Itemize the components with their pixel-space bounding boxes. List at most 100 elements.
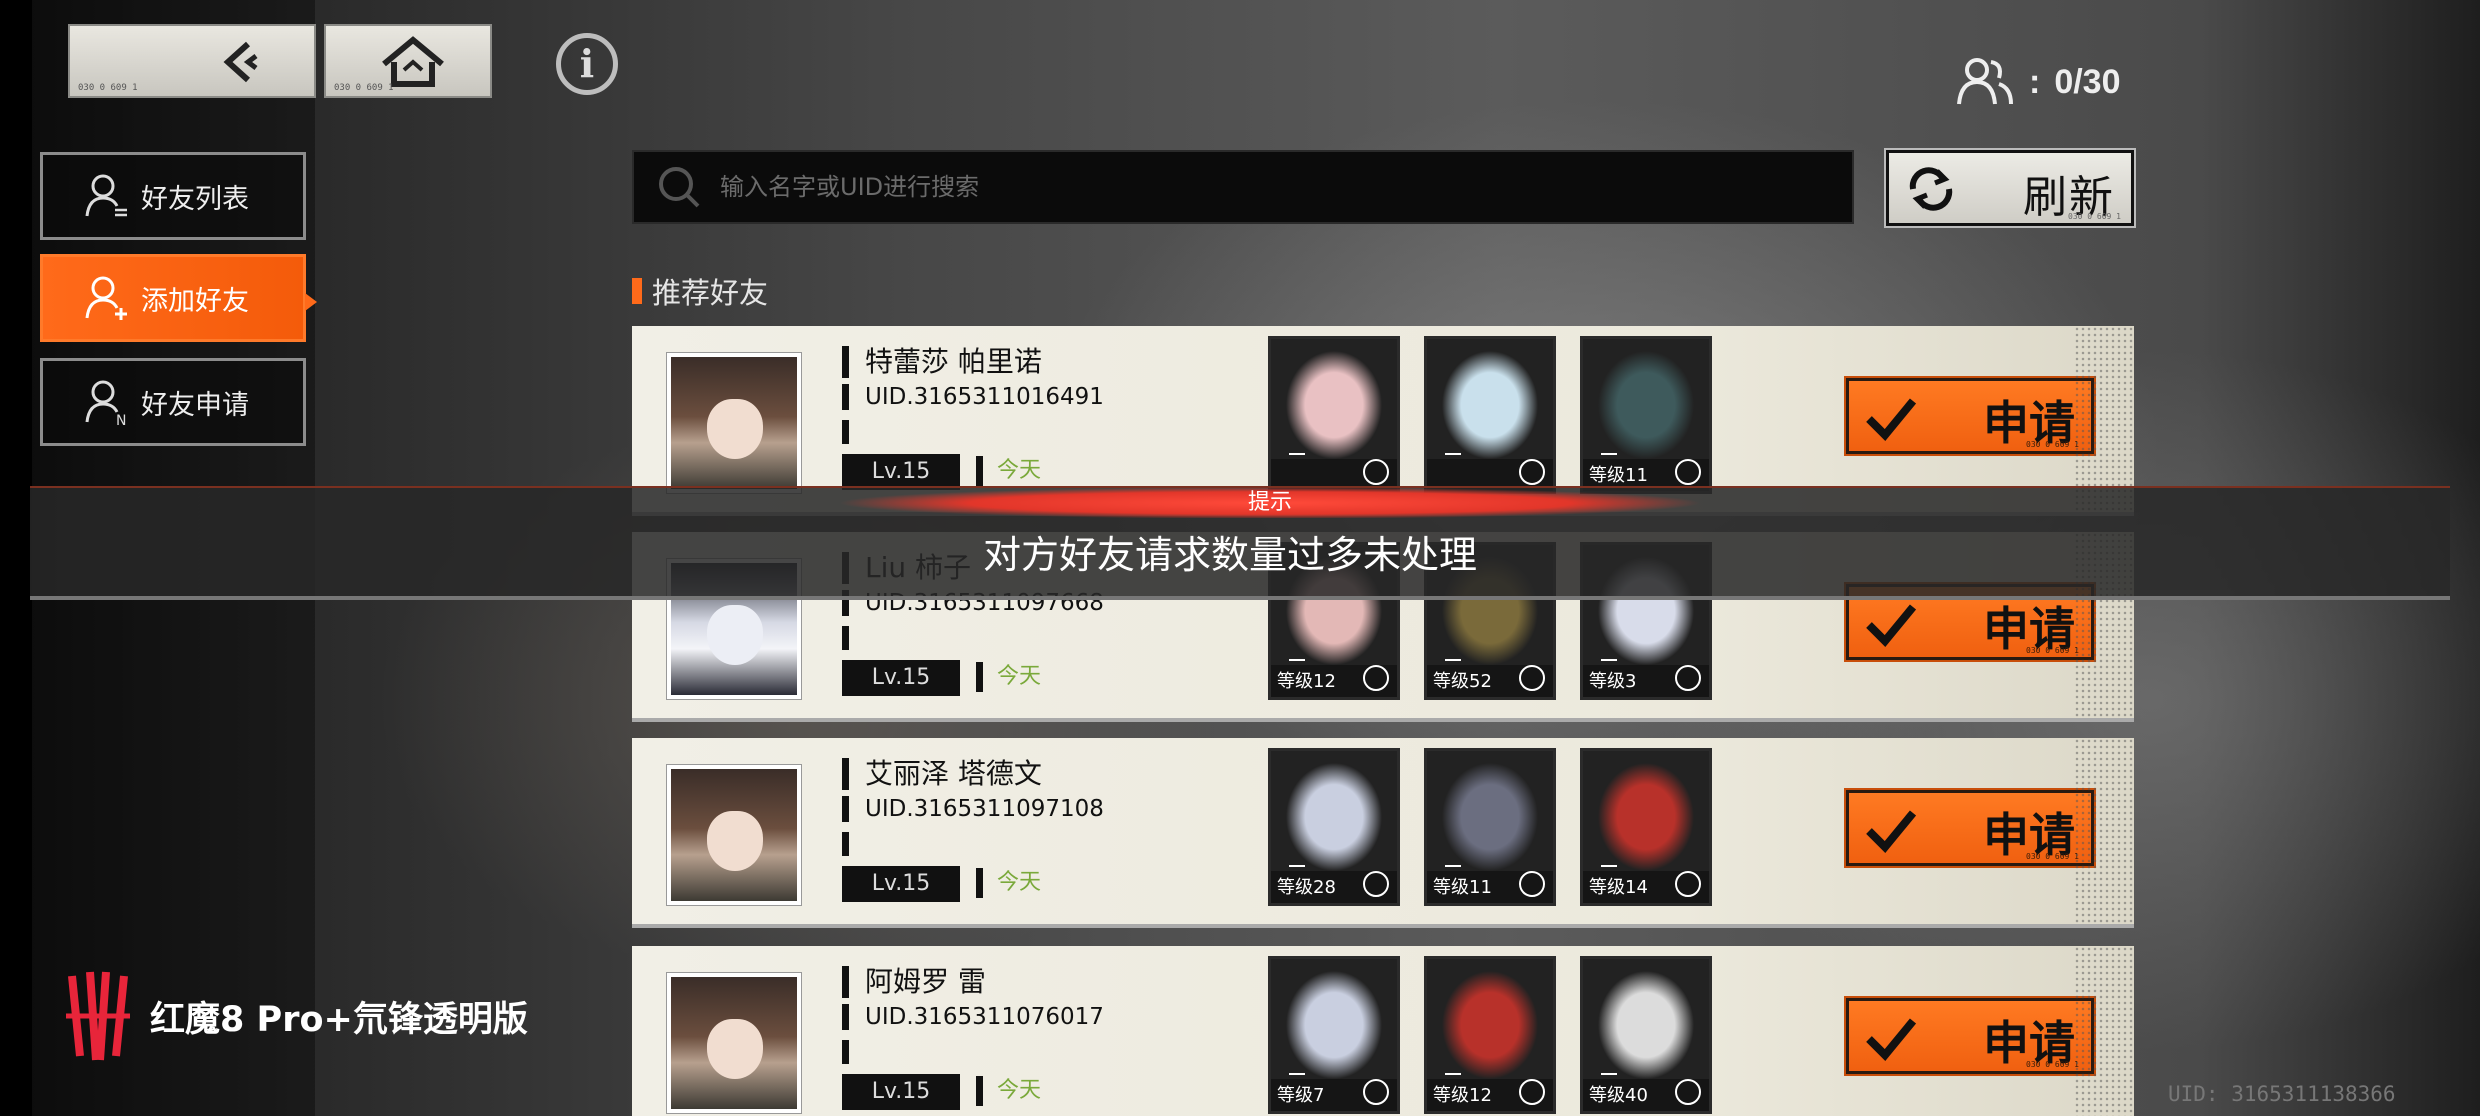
- character-level: 等级7: [1277, 1085, 1325, 1106]
- info-marker: [842, 832, 849, 856]
- character-level: 等级3: [1589, 671, 1637, 692]
- apply-button[interactable]: 申请 030 0 609 1: [1846, 790, 2094, 866]
- friend-avatar[interactable]: [666, 764, 802, 906]
- svg-text:N: N: [116, 413, 126, 426]
- friend-name: 特蕾莎 帕里诺: [842, 346, 1042, 378]
- nav-add-friend[interactable]: 添加好友: [40, 254, 317, 342]
- friend-level: Lv.15: [842, 866, 960, 902]
- class-icon: [1519, 665, 1545, 691]
- apply-button[interactable]: 申请 030 0 609 1: [1846, 378, 2094, 454]
- friend-count: : 0/30: [1955, 52, 2121, 112]
- friend-avatar[interactable]: [666, 972, 802, 1114]
- footer-uid: UID: 3165311138366: [2168, 1082, 2396, 1106]
- check-icon: [1866, 810, 1917, 853]
- friend-level: Lv.15: [842, 1074, 960, 1110]
- apply-code: 030 0 609 1: [2026, 646, 2079, 655]
- user-list-icon: [85, 174, 127, 217]
- team-character: 等级11: [1424, 748, 1556, 906]
- section-header: 推荐好友: [632, 270, 768, 312]
- class-icon: [1675, 871, 1701, 897]
- friend-card: 艾丽泽 塔德文 UID.3165311097108 Lv.15 今天 等级28 …: [632, 738, 2134, 928]
- nav-friend-list[interactable]: 好友列表: [40, 152, 306, 240]
- info-marker: [842, 1040, 849, 1064]
- apply-code: 030 0 609 1: [2026, 1060, 2079, 1069]
- friend-level: Lv.15: [842, 660, 960, 696]
- add-user-icon: [85, 276, 127, 320]
- home-icon: [382, 36, 444, 87]
- character-portrait: [1583, 959, 1709, 1079]
- character-level: 等级52: [1433, 671, 1492, 692]
- search-input[interactable]: [720, 173, 1820, 201]
- refresh-icon: [1909, 167, 1953, 211]
- team-character: 等级14: [1580, 748, 1712, 906]
- character-level: 等级11: [1433, 877, 1492, 898]
- friend-count-separator: :: [2029, 62, 2041, 101]
- home-button-code: 030 0 609 1: [334, 83, 394, 93]
- team-character: 等级12: [1424, 956, 1556, 1114]
- character-portrait: [1427, 339, 1553, 459]
- class-icon: [1363, 871, 1389, 897]
- toast-message: 对方好友请求数量过多未处理: [982, 533, 1477, 577]
- nav-friend-requests[interactable]: N 好友申请: [40, 358, 306, 446]
- home-button[interactable]: 030 0 609 1: [324, 24, 492, 98]
- class-icon: [1363, 1079, 1389, 1105]
- brand-text: 红魔8 Pro+氘锋透明版: [150, 999, 528, 1040]
- friend-card: 阿姆罗 雷 UID.3165311076017 Lv.15 今天 等级7 等级1…: [632, 946, 2134, 1116]
- friend-uid: UID.3165311097108: [842, 796, 1104, 822]
- support-team: 等级28 等级11 等级14: [1268, 748, 1712, 906]
- team-character: 等级40: [1580, 956, 1712, 1114]
- support-team: 等级7 等级12 等级40: [1268, 956, 1712, 1114]
- friend-level: Lv.15: [842, 454, 960, 490]
- left-edge: [0, 0, 32, 1116]
- device-brand: 红魔8 Pro+氘锋透明版: [62, 966, 528, 1066]
- support-team: 等级11: [1268, 336, 1712, 494]
- friend-uid: UID.3165311076017: [842, 1004, 1104, 1030]
- search-icon: [659, 167, 700, 208]
- character-portrait: [1583, 339, 1709, 459]
- character-portrait: [1271, 751, 1397, 871]
- last-login: 今天: [976, 1076, 1041, 1106]
- team-character: [1424, 336, 1556, 494]
- apply-code: 030 0 609 1: [2026, 852, 2079, 861]
- user-request-icon: N: [85, 380, 126, 426]
- character-portrait: [1427, 959, 1553, 1079]
- class-icon: [1519, 1079, 1545, 1105]
- last-login: 今天: [976, 662, 1041, 692]
- character-portrait: [1271, 959, 1397, 1079]
- apply-button[interactable]: 申请 030 0 609 1: [1846, 998, 2094, 1074]
- class-icon: [1675, 1079, 1701, 1105]
- search-bar[interactable]: [632, 150, 1854, 224]
- toast-popup: 提示 对方好友请求数量过多未处理: [30, 486, 2450, 600]
- section-marker: [632, 278, 642, 304]
- character-portrait: [1427, 751, 1553, 871]
- refresh-code: 030 0 609 1: [2068, 212, 2121, 221]
- team-character: [1268, 336, 1400, 494]
- character-level: 等级28: [1277, 877, 1336, 898]
- red-magic-logo-icon: [66, 971, 130, 1061]
- check-icon: [1866, 1018, 1917, 1061]
- friend-avatar[interactable]: [666, 352, 802, 494]
- friends-icon: [1957, 58, 2013, 105]
- character-portrait: [1583, 751, 1709, 871]
- section-title: 推荐好友: [652, 276, 769, 310]
- info-marker: [842, 626, 849, 650]
- friend-count-value: 0/30: [2054, 62, 2121, 101]
- friend-name: 阿姆罗 雷: [842, 966, 986, 998]
- refresh-button[interactable]: 刷新 030 0 609 1: [1884, 148, 2136, 228]
- class-icon: [1675, 665, 1701, 691]
- toast-title: 提示: [840, 488, 1700, 518]
- nav-friend-requests-label: 好友申请: [141, 389, 249, 421]
- check-icon: [1866, 604, 1917, 647]
- info-button[interactable]: i: [556, 33, 618, 95]
- back-button-code: 030 0 609 1: [78, 83, 138, 93]
- friend-uid: UID.3165311016491: [842, 384, 1104, 410]
- info-marker: [842, 420, 849, 444]
- back-button[interactable]: 030 0 609 1: [68, 24, 316, 98]
- nav-add-friend-label: 添加好友: [141, 285, 249, 317]
- check-icon: [1866, 398, 1917, 441]
- class-icon: [1363, 459, 1389, 485]
- friend-name: 艾丽泽 塔德文: [842, 758, 1042, 790]
- character-level: 等级11: [1589, 465, 1648, 486]
- class-icon: [1675, 459, 1701, 485]
- rank-diamond-icon: [1289, 453, 1305, 463]
